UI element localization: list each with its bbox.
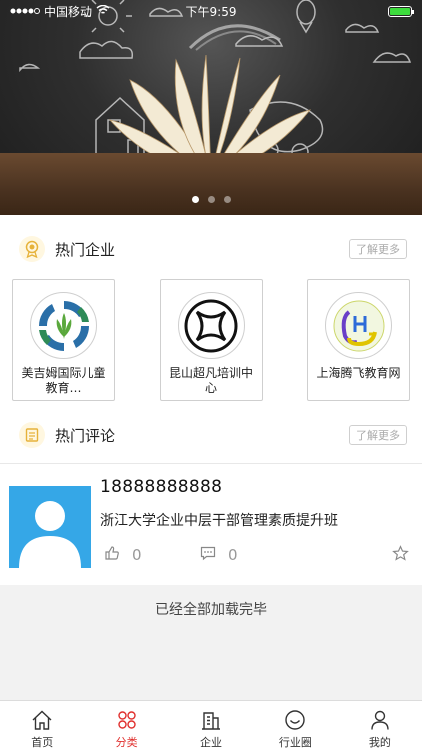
- hot-comments-title: 热门评论: [55, 426, 116, 445]
- hot-companies-more-button[interactable]: 了解更多: [349, 239, 407, 259]
- reply-count: 0: [228, 546, 238, 564]
- comment-bubble-icon: [200, 545, 216, 565]
- hot-companies-title: 热门企业: [55, 240, 116, 259]
- company-logo-tengfei: [325, 292, 392, 359]
- hot-comments-header: 热门评论 了解更多: [0, 413, 422, 457]
- company-name: 昆山超凡培训中心: [168, 366, 253, 395]
- favorite-button[interactable]: [392, 545, 409, 566]
- comment-username: 18888888888: [100, 477, 223, 497]
- company-card-list: 美吉姆国际儿童教育… 昆山超凡培训中心 上海腾飞教育网: [12, 279, 410, 401]
- building-icon: [202, 712, 221, 730]
- tab-industry-circle[interactable]: 行业圈: [253, 701, 337, 750]
- load-complete-text: 已经全部加载完毕: [0, 585, 422, 633]
- signal-icon: [10, 4, 40, 18]
- banner-table-surface: [0, 153, 422, 215]
- category-icon: [117, 711, 136, 729]
- user-icon: [371, 710, 389, 730]
- circle-face-icon: [285, 710, 306, 730]
- hot-comments-more-button[interactable]: 了解更多: [349, 425, 407, 445]
- medal-icon: [19, 236, 45, 262]
- carousel-dot-1[interactable]: [191, 196, 199, 203]
- tab-mine[interactable]: 我的: [338, 701, 422, 750]
- reply-action[interactable]: 0: [200, 545, 238, 565]
- tab-label: 企业: [200, 736, 223, 749]
- star-icon: [392, 545, 409, 566]
- tab-label: 行业圈: [278, 736, 312, 749]
- scroll-icon: [19, 422, 45, 448]
- tab-label: 分类: [115, 736, 138, 749]
- default-avatar-icon: [19, 501, 81, 568]
- status-carrier-group: 中国移动: [10, 3, 110, 20]
- bottom-tab-bar: 首页 分类 企业 行业圈 我的: [0, 700, 422, 750]
- tab-category[interactable]: 分类: [84, 701, 168, 750]
- status-time: 下午9:59: [185, 4, 237, 19]
- company-card[interactable]: 美吉姆国际儿童教育…: [12, 279, 115, 401]
- banner-carousel[interactable]: 中国移动 下午9:59: [0, 0, 422, 215]
- comment-content: 浙江大学企业中层干部管理素质提升班: [100, 513, 338, 529]
- carrier-name: 中国移动: [44, 4, 93, 19]
- tab-label: 首页: [31, 736, 54, 749]
- tab-label: 我的: [368, 736, 391, 749]
- battery-icon: [388, 5, 414, 17]
- like-count: 0: [132, 546, 142, 564]
- carousel-dot-3[interactable]: [223, 196, 231, 203]
- company-logo-chaofan: [177, 292, 245, 359]
- company-card[interactable]: 上海腾飞教育网: [307, 279, 410, 401]
- section-divider: [0, 463, 422, 464]
- carousel-indicator: [0, 196, 422, 203]
- comment-item[interactable]: 18888888888 浙江大学企业中层干部管理素质提升班 0 0: [0, 465, 422, 585]
- avatar: [9, 486, 91, 568]
- carousel-dot-2[interactable]: [207, 196, 215, 203]
- company-name: 上海腾飞教育网: [316, 366, 401, 380]
- like-action[interactable]: 0: [104, 545, 142, 565]
- home-icon: [32, 710, 52, 730]
- thumbs-up-icon: [104, 545, 120, 565]
- status-bar: 中国移动 下午9:59: [0, 0, 422, 22]
- company-logo-megym: [30, 292, 97, 359]
- company-name: 美吉姆国际儿童教育…: [21, 366, 106, 395]
- company-card[interactable]: 昆山超凡培训中心: [159, 279, 263, 401]
- hot-companies-header: 热门企业 了解更多: [0, 227, 422, 271]
- tab-company[interactable]: 企业: [169, 701, 253, 750]
- wifi-icon: [96, 4, 110, 18]
- tab-home[interactable]: 首页: [0, 701, 84, 750]
- battery-fill: [390, 7, 410, 15]
